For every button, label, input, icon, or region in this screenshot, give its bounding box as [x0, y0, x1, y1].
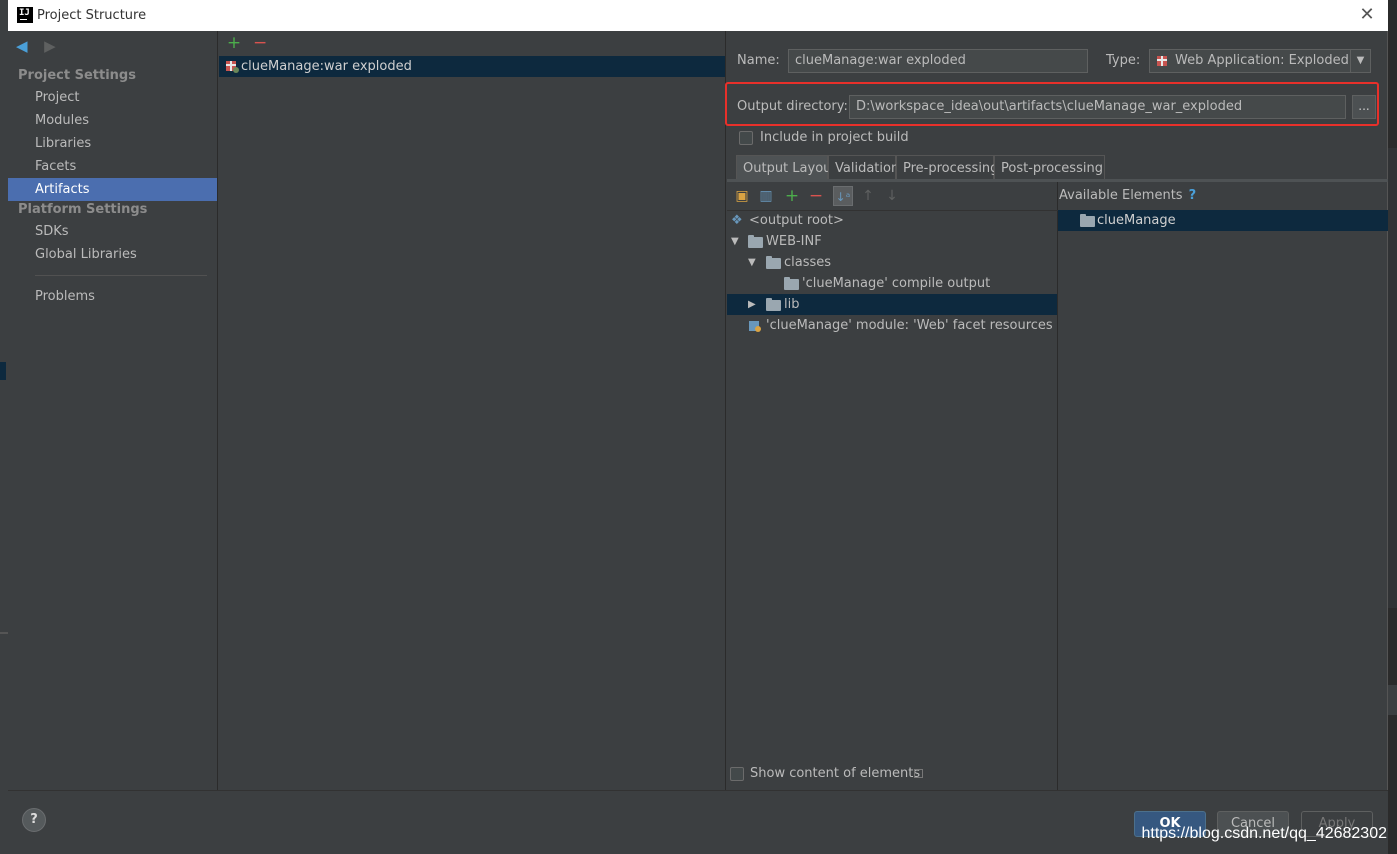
tree-item-output-root[interactable]: ❖ <output root> [727, 210, 1057, 231]
settings-small-icon[interactable] [914, 769, 923, 778]
tree-item-web-inf[interactable]: ▼ WEB-INF [727, 231, 1057, 252]
create-archive-icon[interactable]: ▥ [756, 186, 776, 206]
output-directory-input[interactable]: D:\workspace_idea\out\artifacts\clueMana… [849, 95, 1346, 119]
output-directory-label: Output directory: [737, 99, 848, 114]
folder-icon [766, 298, 781, 311]
remove-artifact-icon[interactable]: − [251, 34, 269, 52]
web-facet-icon [749, 321, 761, 332]
artifact-name: clueManage:war exploded [241, 59, 412, 74]
platform-settings-header: Platform Settings [18, 202, 148, 217]
output-root-icon: ❖ [731, 213, 743, 228]
nav-item-libraries[interactable]: Libraries [8, 132, 217, 155]
output-layout-pane: ▣ ▥ + − ↓ᵃ ↑ ↓ ❖ <output root> ▼ WEB-INF… [727, 182, 1058, 790]
tree-item-classes[interactable]: ▼ classes [727, 252, 1057, 273]
war-artifact-icon [226, 61, 239, 73]
tree-item-lib[interactable]: ▶ lib [727, 294, 1057, 315]
browse-button[interactable]: ... [1352, 95, 1376, 119]
available-item-cluemanage[interactable]: clueManage [1058, 210, 1388, 231]
available-elements-header: Available Elements [1059, 188, 1183, 203]
help-button[interactable]: ? [22, 808, 46, 832]
background-ide-left [0, 0, 8, 854]
tab-output-layout[interactable]: Output Layout [736, 155, 836, 180]
type-select-value: Web Application: Exploded [1175, 53, 1349, 68]
move-up-icon[interactable]: ↑ [858, 186, 878, 206]
watermark-url: https://blog.csdn.net/qq_42682302 [1141, 825, 1387, 842]
nav-item-sdks[interactable]: SDKs [8, 220, 217, 243]
expand-arrow-icon[interactable]: ▼ [731, 231, 739, 252]
nav-item-facets[interactable]: Facets [8, 155, 217, 178]
module-folder-icon [1080, 214, 1095, 227]
forward-arrow-icon[interactable]: ▶ [44, 38, 62, 54]
tab-validation[interactable]: Validation [828, 155, 899, 180]
nav-item-problems[interactable]: Problems [8, 285, 217, 308]
project-settings-header: Project Settings [18, 68, 136, 83]
back-arrow-icon[interactable]: ◀ [16, 38, 34, 54]
include-in-build-checkbox[interactable] [739, 131, 753, 145]
show-content-label: Show content of elements [750, 766, 921, 781]
chevron-down-icon: ▼ [1350, 50, 1370, 72]
module-output-icon [784, 277, 799, 290]
dialog-button-bar: ? OK Cancel Apply [8, 790, 1388, 854]
new-folder-icon[interactable]: ▣ [732, 186, 752, 206]
tab-post-processing[interactable]: Post-processing [994, 155, 1105, 180]
show-content-checkbox[interactable] [730, 767, 744, 781]
tab-pre-processing[interactable]: Pre-processing [896, 155, 998, 180]
title-bar: IJ Project Structure ✕ [8, 0, 1388, 31]
folder-icon [748, 235, 763, 248]
background-ide-right [1388, 0, 1397, 854]
nav-item-modules[interactable]: Modules [8, 109, 217, 132]
web-app-icon [1157, 56, 1167, 66]
collapse-arrow-icon[interactable]: ▶ [748, 294, 756, 315]
artifact-details-panel: Name: clueManage:war exploded Type: Web … [725, 31, 1388, 790]
available-elements-pane: Available Elements? clueManage [1058, 182, 1388, 790]
nav-divider [35, 275, 207, 276]
nav-item-artifacts[interactable]: Artifacts [8, 178, 217, 201]
add-artifact-icon[interactable]: + [225, 34, 243, 52]
window-title: Project Structure [37, 8, 147, 23]
add-copy-icon[interactable]: + [782, 186, 802, 206]
name-input[interactable]: clueManage:war exploded [788, 49, 1088, 73]
nav-item-project[interactable]: Project [8, 86, 217, 109]
project-structure-dialog: IJ Project Structure ✕ ◀ ▶ Project Setti… [8, 0, 1388, 854]
artifact-list-panel: + − clueManage:war exploded [219, 31, 726, 790]
remove-element-icon[interactable]: − [806, 186, 826, 206]
expand-arrow-icon[interactable]: ▼ [748, 252, 756, 273]
nav-item-global-libraries[interactable]: Global Libraries [8, 243, 217, 266]
help-icon[interactable]: ? [1189, 188, 1197, 203]
sort-elements-icon[interactable]: ↓ᵃ [833, 186, 853, 206]
tree-item-facet-resources[interactable]: 'clueManage' module: 'Web' facet resourc… [727, 315, 1057, 336]
move-down-icon[interactable]: ↓ [882, 186, 902, 206]
folder-icon [766, 256, 781, 269]
type-select[interactable]: Web Application: Exploded ▼ [1149, 49, 1371, 73]
tree-item-compile-output[interactable]: 'clueManage' compile output [727, 273, 1057, 294]
type-label: Type: [1106, 53, 1141, 68]
name-label: Name: [737, 53, 780, 68]
settings-nav: ◀ ▶ Project Settings Project Modules Lib… [8, 31, 218, 790]
include-in-build-label: Include in project build [760, 130, 909, 145]
intellij-app-icon: IJ [17, 7, 33, 23]
artifact-list-item[interactable]: clueManage:war exploded [219, 56, 725, 77]
close-icon[interactable]: ✕ [1356, 4, 1378, 26]
